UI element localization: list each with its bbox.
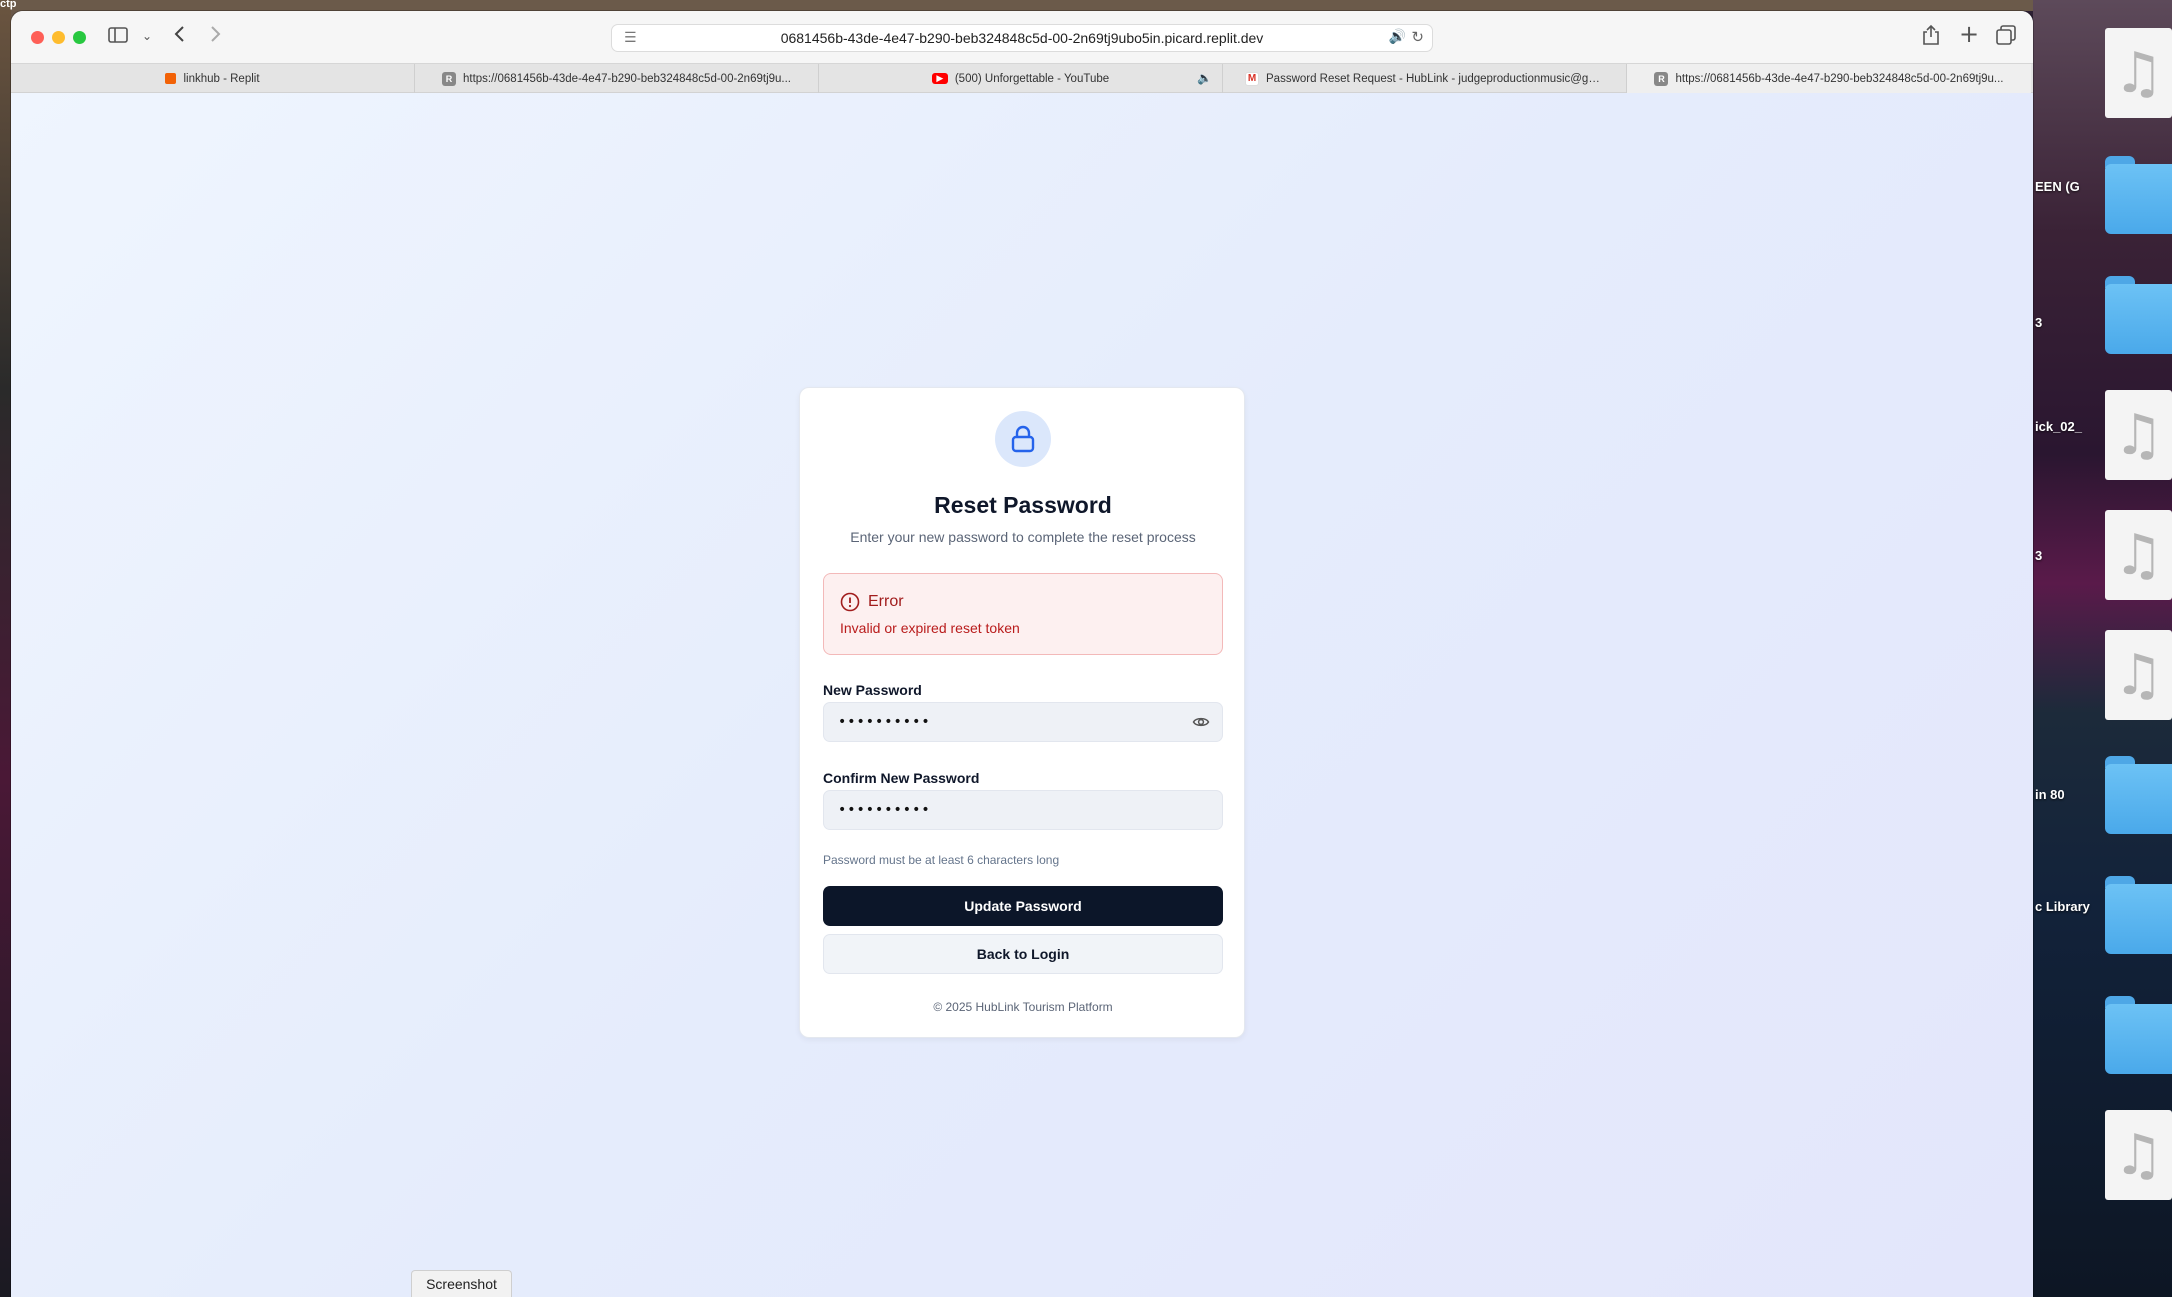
screenshot-button[interactable]: Screenshot <box>411 1270 512 1297</box>
folder-icon <box>2105 156 2172 234</box>
eye-icon[interactable] <box>1192 714 1210 730</box>
desktop-left-edge <box>0 0 11 1297</box>
browser-tab[interactable]: M Password Reset Request - HubLink - jud… <box>1223 64 1627 93</box>
music-note-icon: ♫ <box>2105 390 2172 480</box>
desktop-folder[interactable] <box>2105 756 2172 834</box>
chevron-down-icon[interactable]: ⌄ <box>142 25 152 47</box>
password-hint: Password must be at least 6 characters l… <box>823 853 1060 867</box>
back-arrow-icon[interactable] <box>173 25 187 47</box>
replit-r-icon: R <box>1654 71 1669 86</box>
folder-icon <box>2105 996 2172 1074</box>
tab-overview-icon[interactable] <box>1996 25 2016 49</box>
desktop-folder[interactable] <box>2105 156 2172 234</box>
url-text: 0681456b-43de-4e47-b290-beb324848c5d-00-… <box>780 30 1264 46</box>
alert-title: Error <box>868 593 904 610</box>
alert-message: Invalid or expired reset token <box>840 620 1020 636</box>
reload-icon[interactable]: ↻ <box>1411 28 1424 46</box>
browser-toolbar: ⌄ ☰ 0681456b-43de-4e47-b290-beb324848c5d… <box>11 11 2033 63</box>
lock-icon-badge <box>995 411 1051 467</box>
share-icon[interactable] <box>1922 24 1940 50</box>
desktop-icons-strip: ♫ EEN (G 3 ♫ ick_02_ ♫ 3 ♫ in 80 c Libra… <box>2033 0 2172 1297</box>
desktop-item-label: 3 <box>2035 548 2043 563</box>
desktop-audio-file[interactable]: ♫ <box>2105 1110 2172 1200</box>
copyright-footer: © 2025 HubLink Tourism Platform <box>933 1000 1113 1014</box>
tab-title: https://0681456b-43de-4e47-b290-beb32484… <box>1675 72 2004 85</box>
browser-window: ⌄ ☰ 0681456b-43de-4e47-b290-beb324848c5d… <box>11 11 2033 1297</box>
new-tab-icon[interactable]: + <box>1959 22 1979 46</box>
browser-tab[interactable]: linkhub - Replit <box>11 64 415 93</box>
page-title: Reset Password <box>934 492 1112 518</box>
desktop-item-label: EEN (G <box>2035 179 2080 194</box>
close-window-button[interactable] <box>31 30 44 44</box>
youtube-icon: ▶ <box>931 73 948 84</box>
desktop-item-label: c Library <box>2035 899 2090 914</box>
tab-title: Password Reset Request - HubLink - judge… <box>1266 72 1604 85</box>
desktop-item-label: ick_02_ <box>2035 419 2082 434</box>
replit-r-icon: R <box>441 71 456 86</box>
music-note-icon: ♫ <box>2105 1110 2172 1200</box>
browser-tab[interactable]: R https://0681456b-43de-4e47-b290-beb324… <box>415 64 819 93</box>
gmail-icon: M <box>1245 71 1259 86</box>
desktop-corner-text: ctp <box>0 0 17 10</box>
new-password-value: •••••••••• <box>838 714 931 730</box>
forward-arrow-icon[interactable] <box>208 25 222 47</box>
minimize-window-button[interactable] <box>52 30 65 44</box>
tab-audio-icon[interactable]: 🔈 <box>1197 71 1212 85</box>
desktop-item-label: 3 <box>2035 315 2043 330</box>
tab-title: (500) Unforgettable - YouTube <box>954 72 1110 85</box>
desktop-folder[interactable] <box>2105 876 2172 954</box>
desktop-audio-file[interactable]: ♫ <box>2105 510 2172 600</box>
desktop-top-edge <box>0 0 2172 11</box>
replit-icon <box>165 73 177 84</box>
page-content: Reset Password Enter your new password t… <box>11 93 2033 1297</box>
tab-title: https://0681456b-43de-4e47-b290-beb32484… <box>462 72 791 85</box>
desktop-audio-file[interactable]: ♫ <box>2105 630 2172 720</box>
page-settings-icon[interactable]: ☰ <box>624 30 637 46</box>
folder-icon <box>2105 876 2172 954</box>
new-password-field[interactable]: •••••••••• <box>823 702 1223 742</box>
reset-password-card: Reset Password Enter your new password t… <box>799 387 1245 1038</box>
error-alert: Error Invalid or expired reset token <box>823 573 1223 655</box>
desktop-audio-file[interactable]: ♫ <box>2105 28 2172 118</box>
confirm-password-label: Confirm New Password <box>823 770 980 786</box>
confirm-password-field[interactable]: •••••••••• <box>823 790 1223 830</box>
zoom-window-button[interactable] <box>73 30 86 44</box>
lock-icon <box>1011 425 1035 453</box>
new-password-label: New Password <box>823 682 922 698</box>
browser-tab-active[interactable]: R https://0681456b-43de-4e47-b290-beb324… <box>1627 64 2031 93</box>
desktop-item-label: in 80 <box>2035 787 2065 802</box>
audio-playing-icon[interactable]: 🔊 <box>1389 29 1406 45</box>
folder-icon <box>2105 276 2172 354</box>
music-note-icon: ♫ <box>2105 28 2172 118</box>
desktop-folder[interactable] <box>2105 276 2172 354</box>
window-controls <box>31 30 86 44</box>
confirm-password-value: •••••••••• <box>838 802 931 818</box>
back-to-login-button[interactable]: Back to Login <box>823 934 1223 974</box>
music-note-icon: ♫ <box>2105 630 2172 720</box>
tab-title: linkhub - Replit <box>183 72 260 85</box>
address-bar[interactable]: ☰ 0681456b-43de-4e47-b290-beb324848c5d-0… <box>611 24 1433 52</box>
music-note-icon: ♫ <box>2105 510 2172 600</box>
desktop-folder[interactable] <box>2105 996 2172 1074</box>
desktop-audio-file[interactable]: ♫ <box>2105 390 2172 480</box>
browser-tab[interactable]: ▶ (500) Unforgettable - YouTube 🔈 <box>819 64 1223 93</box>
update-password-button[interactable]: Update Password <box>823 886 1223 926</box>
sidebar-toggle-icon[interactable] <box>108 25 128 47</box>
folder-icon <box>2105 756 2172 834</box>
alert-circle-icon <box>840 592 860 612</box>
tab-bar: linkhub - Replit R https://0681456b-43de… <box>11 63 2033 93</box>
page-subtitle: Enter your new password to complete the … <box>850 529 1196 545</box>
